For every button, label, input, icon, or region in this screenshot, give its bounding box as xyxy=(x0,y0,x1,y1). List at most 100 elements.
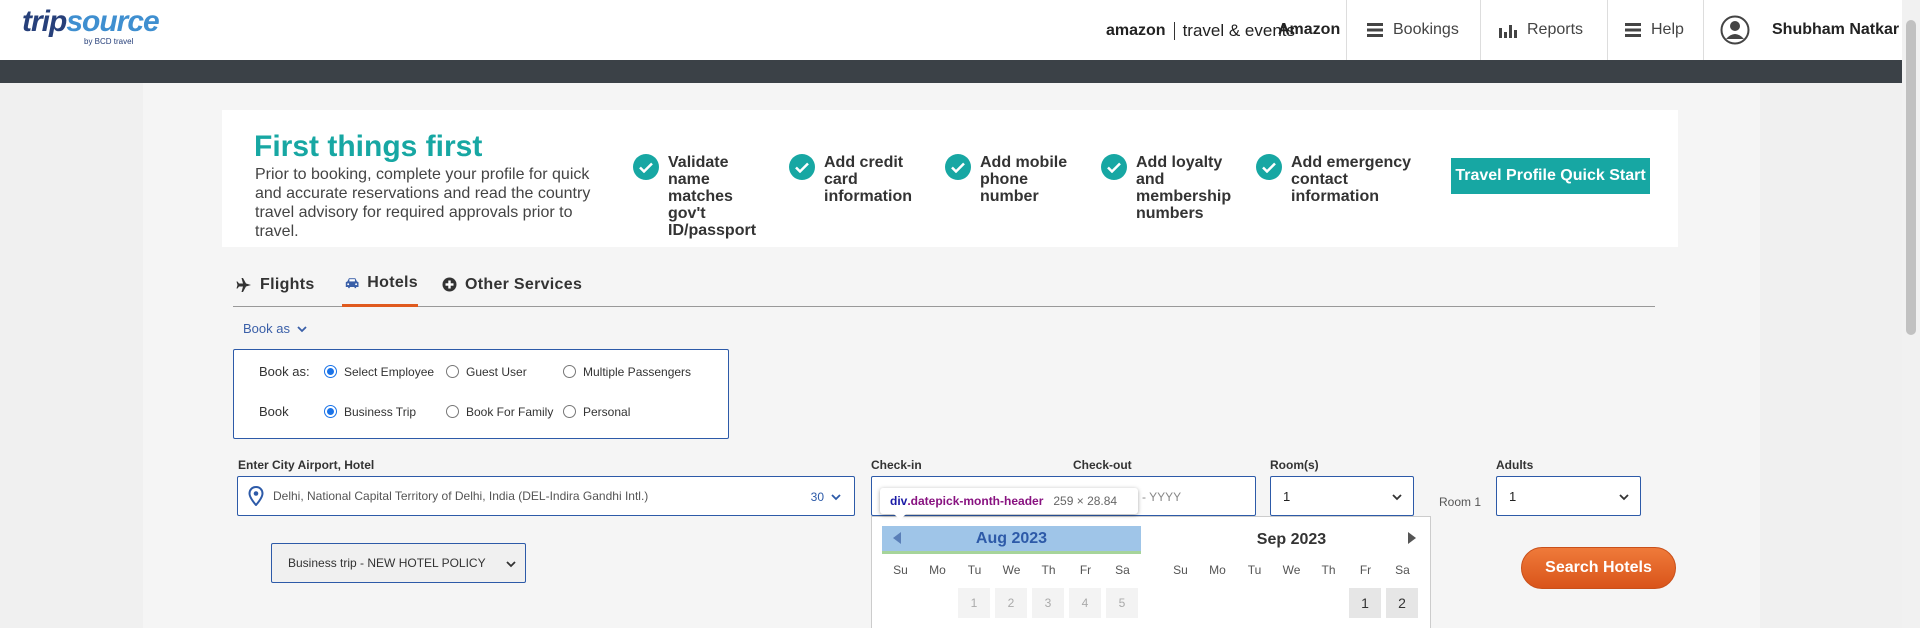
radio-unselected[interactable] xyxy=(446,365,459,378)
check-circle-icon xyxy=(1256,154,1282,180)
checklist-text: Add emergency contact information xyxy=(1291,154,1412,205)
radio-unselected[interactable] xyxy=(563,365,576,378)
radio-book-for-family[interactable]: Book For Family xyxy=(446,405,563,419)
adults-label: Adults xyxy=(1496,458,1534,472)
travel-profile-quick-start-button[interactable]: Travel Profile Quick Start xyxy=(1451,158,1650,194)
nav-bookings-label: Bookings xyxy=(1393,21,1459,38)
checklist-text: Add credit card information xyxy=(824,154,912,205)
user-avatar-icon xyxy=(1720,15,1750,45)
nav-bookings[interactable]: Bookings xyxy=(1346,0,1480,60)
nav-divider-bar xyxy=(0,60,1902,83)
weekday-label: Fr xyxy=(1079,563,1092,577)
checklist-item: Add emergency contact information xyxy=(1256,154,1436,205)
radio-unselected[interactable] xyxy=(446,405,459,418)
weekday-label: Fr xyxy=(1359,563,1372,577)
book-as-toggle[interactable]: Book as xyxy=(243,321,308,336)
checklist-text: Validate name matches gov't ID/passport xyxy=(668,154,757,239)
user-menu[interactable]: Shubham Natkar xyxy=(1703,0,1902,60)
weekday-label: Tu xyxy=(967,563,982,577)
tripsource-logo[interactable]: tripsource by BCD travel xyxy=(22,5,160,47)
tab-hotels-label: Hotels xyxy=(367,274,418,291)
weekday-label: Sa xyxy=(1115,563,1130,577)
prev-month-arrow-icon[interactable] xyxy=(892,531,902,545)
nav-reports-label: Reports xyxy=(1527,21,1584,38)
checklist-item: Validate name matches gov't ID/passport xyxy=(633,154,768,239)
radio-unselected[interactable] xyxy=(563,405,576,418)
tab-other-services[interactable]: Other Services xyxy=(442,262,582,307)
tab-hotels[interactable]: Hotels xyxy=(342,262,418,307)
month-title: Aug 2023 xyxy=(975,529,1048,547)
company-name: Amazon xyxy=(1278,21,1341,38)
datepicker-month-header: Aug 2023 xyxy=(882,526,1141,554)
amazon-travel-logo: amazon travel & events xyxy=(1106,21,1295,41)
radius-select[interactable]: 30 xyxy=(811,490,842,504)
banner-description: Prior to booking, complete your profile … xyxy=(255,166,591,240)
weekday-label: Mo xyxy=(929,563,946,577)
weekday-label: Su xyxy=(1173,563,1188,577)
radio-selected[interactable] xyxy=(324,365,337,378)
booking-tabs: Flights Hotels Other Services xyxy=(233,262,1655,307)
policy-value: Business trip - NEW HOTEL POLICY xyxy=(288,556,486,570)
chevron-down-icon xyxy=(1619,494,1629,501)
weekday-label: Mo xyxy=(1209,563,1226,577)
weekday-label: We xyxy=(1282,563,1301,577)
chevron-down-icon xyxy=(831,494,841,501)
radio-guest-user[interactable]: Guest User xyxy=(446,365,563,379)
next-month-arrow-icon[interactable] xyxy=(1407,531,1417,545)
rooms-select[interactable]: 1 xyxy=(1270,476,1414,516)
radio-business-trip[interactable]: Business Trip xyxy=(324,405,446,419)
calendar-day-disabled: 1 xyxy=(958,588,990,618)
logo-byline: by BCD travel xyxy=(84,37,134,46)
nav-reports[interactable]: Reports xyxy=(1480,0,1607,60)
calendar-day[interactable]: 1 xyxy=(1349,588,1381,618)
tab-other-services-label: Other Services xyxy=(465,275,583,293)
hotel-policy-select[interactable]: Business trip - NEW HOTEL POLICY xyxy=(271,543,526,583)
radius-value: 30 xyxy=(810,490,824,504)
room-1-label: Room 1 xyxy=(1439,495,1482,509)
radio-personal[interactable]: Personal xyxy=(563,405,630,419)
radio-select-employee[interactable]: Select Employee xyxy=(324,365,446,379)
book-label: Book xyxy=(259,404,289,419)
search-hotels-button[interactable]: Search Hotels xyxy=(1521,547,1676,589)
tab-flights[interactable]: Flights xyxy=(236,262,315,307)
amazon-wordmark: amazon xyxy=(1106,22,1175,40)
checklist-item: Add mobile phone number xyxy=(945,154,1085,205)
radio-label: Business Trip xyxy=(344,404,417,419)
calendar-day-disabled: 4 xyxy=(1069,588,1101,618)
plus-circle-icon xyxy=(442,277,457,292)
rooms-value: 1 xyxy=(1283,488,1291,504)
checkin-label: Check-in xyxy=(871,458,922,472)
radio-label: Multiple Passengers xyxy=(583,364,692,379)
page-scrollbar[interactable] xyxy=(1902,0,1920,628)
user-name: Shubham Natkar xyxy=(1772,21,1900,38)
adults-select[interactable]: 1 xyxy=(1496,476,1641,516)
datepicker-popup: Aug 2023 Sep 2023 Su Mo Tu We Th Fr Sa S… xyxy=(871,516,1431,628)
radio-label: Book For Family xyxy=(466,404,554,419)
radio-selected[interactable] xyxy=(324,405,337,418)
weekday-label: Su xyxy=(893,563,908,577)
checklist-text: Add mobile phone number xyxy=(980,154,1068,205)
city-input[interactable]: Delhi, National Capital Territory of Del… xyxy=(237,476,855,516)
car-icon xyxy=(345,278,359,289)
chevron-down-icon xyxy=(1392,494,1402,501)
scrollbar-thumb[interactable] xyxy=(1906,20,1916,335)
calendar-day[interactable]: 2 xyxy=(1386,588,1418,618)
radio-multiple-passengers[interactable]: Multiple Passengers xyxy=(563,365,691,379)
nav-help[interactable]: Help xyxy=(1607,0,1703,60)
book-as-panel: Book as: Select Employee Guest User Mult… xyxy=(233,349,729,439)
map-pin-icon xyxy=(248,486,264,506)
banner-title: First things first xyxy=(254,130,483,163)
weekday-label: We xyxy=(1002,563,1021,577)
logo-trip: trip xyxy=(22,5,67,38)
calendar-day-disabled: 2 xyxy=(995,588,1027,618)
checklist-item: Add credit card information xyxy=(789,154,934,205)
adults-value: 1 xyxy=(1509,488,1517,504)
calendar-day-disabled: 3 xyxy=(1032,588,1064,618)
book-as-label: Book as: xyxy=(259,364,310,379)
check-circle-icon xyxy=(789,154,815,180)
city-value: Delhi, National Capital Territory of Del… xyxy=(273,489,649,503)
check-circle-icon xyxy=(633,154,659,180)
menu-icon xyxy=(1625,23,1641,37)
weekday-label: Tu xyxy=(1247,563,1262,577)
datepicker-month-header: Sep 2023 xyxy=(1162,526,1421,554)
